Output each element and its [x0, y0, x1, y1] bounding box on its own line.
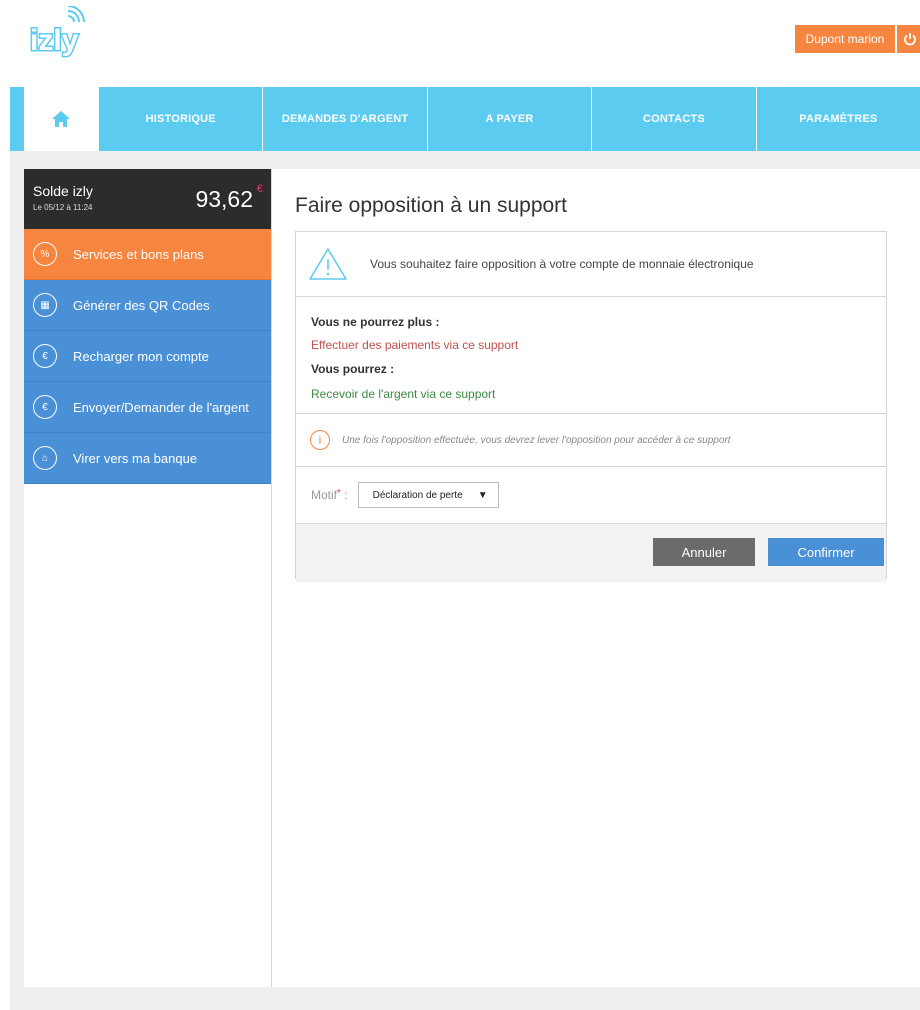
euro-send-icon: € [33, 395, 57, 419]
balance-amount: 93,62 [195, 186, 253, 212]
sidebar-item-recharger[interactable]: € Recharger mon compte [24, 331, 271, 382]
sidebar-item-services[interactable]: % Services et bons plans [24, 229, 271, 280]
cannot-item: Effectuer des paiements via ce support [311, 338, 519, 352]
content-area: Solde izly Le 05/12 à 11:24 93,62 € % Se… [24, 169, 920, 987]
opposition-details: Vous ne pourrez plus : Effectuer des pai… [296, 297, 886, 414]
page-title: Faire opposition à un support [295, 194, 568, 217]
balance-date: Le 05/12 à 11:24 [33, 203, 93, 212]
user-name: Dupont marion [805, 32, 885, 46]
info-icon: i [310, 430, 330, 450]
nav-a-payer[interactable]: A PAYER [426, 87, 591, 151]
nav-home[interactable] [10, 87, 98, 151]
info-note-text: Une fois l'opposition effectuée, vous de… [342, 434, 731, 446]
sidebar-item-label: Services et bons plans [73, 246, 204, 262]
sidebar-item-envoyer[interactable]: € Envoyer/Demander de l'argent [24, 382, 271, 433]
motif-select-value: Déclaration de perte [372, 489, 463, 501]
action-bar: Annuler Confirmer [296, 524, 886, 582]
euro-refresh-icon: € [33, 344, 57, 368]
can-item: Recevoir de l'argent via ce support [311, 387, 496, 401]
home-icon [52, 111, 70, 127]
motif-row: Motif* : Déclaration de perte ▼ [296, 467, 886, 524]
balance-panel: Solde izly Le 05/12 à 11:24 93,62 € [24, 169, 271, 229]
motif-select[interactable]: Déclaration de perte ▼ [357, 482, 499, 508]
balance-label: Solde izly [33, 183, 93, 199]
page-frame: Solde izly Le 05/12 à 11:24 93,62 € % Se… [10, 151, 920, 1010]
sidebar: Solde izly Le 05/12 à 11:24 93,62 € % Se… [24, 169, 272, 987]
warning-text: Vous souhaitez faire opposition à votre … [370, 257, 754, 271]
can-label: Vous pourrez : [311, 362, 395, 376]
opposition-card: Vous souhaitez faire opposition à votre … [295, 231, 887, 582]
sidebar-item-label: Virer vers ma banque [73, 450, 198, 466]
power-icon [904, 33, 916, 46]
nav-historique[interactable]: HISTORIQUE [98, 87, 262, 151]
svg-text:izly: izly [30, 24, 79, 57]
user-account-button[interactable]: Dupont marion [795, 25, 895, 53]
nav-contacts[interactable]: CONTACTS [591, 87, 755, 151]
main-nav: HISTORIQUE DEMANDES D'ARGENT A PAYER CON… [10, 87, 920, 151]
confirm-button[interactable]: Confirmer [768, 538, 884, 566]
warning-triangle-icon [309, 248, 347, 280]
sidebar-item-label: Envoyer/Demander de l'argent [73, 399, 249, 415]
izly-logo[interactable]: izly [28, 5, 88, 72]
sidebar-item-label: Recharger mon compte [73, 348, 209, 364]
sidebar-item-virer[interactable]: ⌂ Virer vers ma banque [24, 433, 271, 484]
info-note-row: i Une fois l'opposition effectuée, vous … [296, 414, 886, 467]
qr-code-icon: ▦ [33, 293, 57, 317]
bank-icon: ⌂ [33, 446, 57, 470]
caret-down-icon: ▼ [477, 489, 488, 501]
sidebar-item-qr-codes[interactable]: ▦ Générer des QR Codes [24, 280, 271, 331]
balance-currency: € [256, 183, 263, 195]
nav-parametres[interactable]: PARAMÈTRES [755, 87, 920, 151]
motif-label: Motif* : [311, 488, 348, 502]
warning-row: Vous souhaitez faire opposition à votre … [296, 232, 886, 297]
cannot-label: Vous ne pourrez plus : [311, 315, 440, 329]
logout-button[interactable] [897, 25, 920, 53]
sidebar-item-label: Générer des QR Codes [73, 297, 210, 313]
percent-icon: % [33, 242, 57, 266]
nav-demandes-argent[interactable]: DEMANDES D'ARGENT [262, 87, 426, 151]
cancel-button[interactable]: Annuler [653, 538, 755, 566]
